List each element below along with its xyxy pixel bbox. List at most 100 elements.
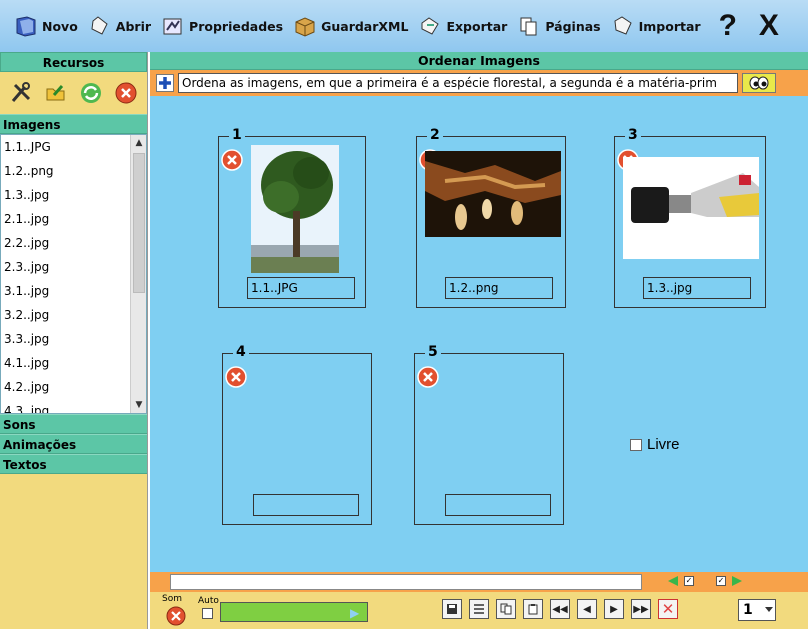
scroll-down-icon[interactable]: ▼ [131,397,146,413]
auto-checkbox[interactable] [202,608,213,619]
prev-page-icon[interactable]: ◀ [577,599,597,619]
list-item[interactable]: 3.2..jpg [1,303,146,327]
last-page-icon[interactable]: ▶▶ [631,599,651,619]
glue-tube-image [623,157,759,259]
exportar-button[interactable]: Exportar [418,6,507,46]
book-icon [14,14,38,38]
list-scrollbar[interactable]: ▲ ▼ [130,135,146,413]
list-item[interactable]: 1.1..JPG [1,135,146,159]
list-item[interactable]: 1.3..jpg [1,183,146,207]
novo-button[interactable]: Novo [14,6,78,46]
main-panel: Ordenar Imagens Ordena as imagens, em qu… [150,52,808,629]
instruction-bar: Ordena as imagens, em que a primeira é a… [150,70,808,96]
propriedades-label: Propriedades [189,18,284,34]
chevron-down-icon[interactable] [765,607,773,612]
paginas-label: Páginas [545,18,601,34]
slot-number: 3 [625,127,641,143]
slot-number: 4 [233,344,249,360]
image-list[interactable]: 1.1..JPG 1.2..png 1.3..jpg 2.1..jpg 2.2.… [0,134,147,414]
list-item[interactable]: 2.3..jpg [1,255,146,279]
importar-button[interactable]: Importar [611,6,701,46]
list-item[interactable]: 4.2..jpg [1,375,146,399]
first-page-icon[interactable]: ◀◀ [550,599,570,619]
som-label: Som [162,594,182,604]
image-slot-4[interactable]: 4 [222,344,372,525]
add-icon[interactable] [156,74,174,92]
list-item[interactable]: 2.2..jpg [1,231,146,255]
instruction-input[interactable]: Ordena as imagens, em que a primeira é a… [178,73,738,93]
abrir-button[interactable]: Abrir [88,6,151,46]
propriedades-button[interactable]: Propriedades [161,6,283,46]
slot-number: 2 [427,127,443,143]
check-nav-group: ✓ ✓ [666,574,744,588]
status-strip: ✓ ✓ [150,572,808,592]
recursos-header: Recursos [0,52,147,72]
scroll-thumb[interactable] [133,153,145,293]
pages-icon [517,14,541,38]
list-item[interactable]: 4.1..jpg [1,351,146,375]
delete-page-icon[interactable]: ✕ [658,599,678,619]
open-icon [88,14,112,38]
slot-caption: 1.2..png [445,277,553,299]
image-slot-3[interactable]: 3 1.3..jpg [614,127,766,308]
animacoes-header[interactable]: Animações [0,434,147,454]
image-slot-2[interactable]: 2 1.2..png [416,127,566,308]
check-icon[interactable]: ✓ [716,576,726,586]
delete-icon[interactable] [221,149,243,171]
main-toolbar: Novo Abrir Propriedades GuardarXML Expor… [0,0,808,52]
list-item[interactable]: 3.3..jpg [1,327,146,351]
delete-icon[interactable] [113,80,139,106]
preview-eyes-icon[interactable] [742,73,776,93]
next-page-icon[interactable]: ▶ [604,599,624,619]
folder-open-icon[interactable] [43,80,69,106]
copy-icon[interactable] [496,599,516,619]
novo-label: Novo [42,18,78,34]
save-icon[interactable] [442,599,462,619]
tree-image [251,145,339,273]
check-icon[interactable]: ✓ [684,576,694,586]
list-item[interactable]: 1.2..png [1,159,146,183]
play-icon[interactable]: ▶ [350,606,359,620]
list-icon[interactable] [469,599,489,619]
paste-icon[interactable] [523,599,543,619]
slot-number: 5 [425,344,441,360]
resource-tools [0,72,147,114]
image-slot-1[interactable]: 1 1.1..JPG [218,127,366,308]
sons-header[interactable]: Sons [0,414,147,434]
import-icon [611,14,635,38]
slot-caption [445,494,551,516]
guardarxml-button[interactable]: GuardarXML [293,6,408,46]
page-number: 1 [743,602,753,618]
arrow-right-icon[interactable] [730,574,744,588]
slot-caption: 1.3..jpg [643,277,751,299]
guardarxml-label: GuardarXML [321,18,409,34]
page-select[interactable]: 1 [738,599,776,621]
slot-caption [253,494,359,516]
delete-icon[interactable] [225,366,247,388]
auto-label: Auto [198,596,219,606]
bottom-controls: Som Auto ▶ ◀◀ ◀ ▶ ▶▶ ✕ 1 [150,592,808,629]
list-item[interactable]: 3.1..jpg [1,279,146,303]
textos-header[interactable]: Textos [0,454,147,474]
imagens-header[interactable]: Imagens [0,114,147,134]
livre-checkbox[interactable] [630,438,642,451]
close-button[interactable]: X [759,6,779,46]
tools-icon[interactable] [8,80,34,106]
scroll-up-icon[interactable]: ▲ [131,135,146,151]
image-slot-5[interactable]: 5 [414,344,564,525]
feedback-field[interactable] [170,574,642,590]
paginas-button[interactable]: Páginas [517,6,601,46]
arrow-left-icon[interactable] [666,574,680,588]
slot-caption: 1.1..JPG [247,277,355,299]
audio-progress-bar[interactable] [220,602,368,622]
refresh-icon[interactable] [78,80,104,106]
livre-option[interactable]: Livre [630,436,680,453]
export-icon [418,14,442,38]
page-buttons: ◀◀ ◀ ▶ ▶▶ ✕ [442,599,685,619]
importar-label: Importar [638,18,701,34]
delete-icon[interactable] [417,366,439,388]
list-item[interactable]: 4.3..jpg [1,399,146,413]
help-button[interactable]: ? [719,6,737,46]
list-item[interactable]: 2.1..jpg [1,207,146,231]
sound-delete-icon[interactable] [166,606,186,626]
